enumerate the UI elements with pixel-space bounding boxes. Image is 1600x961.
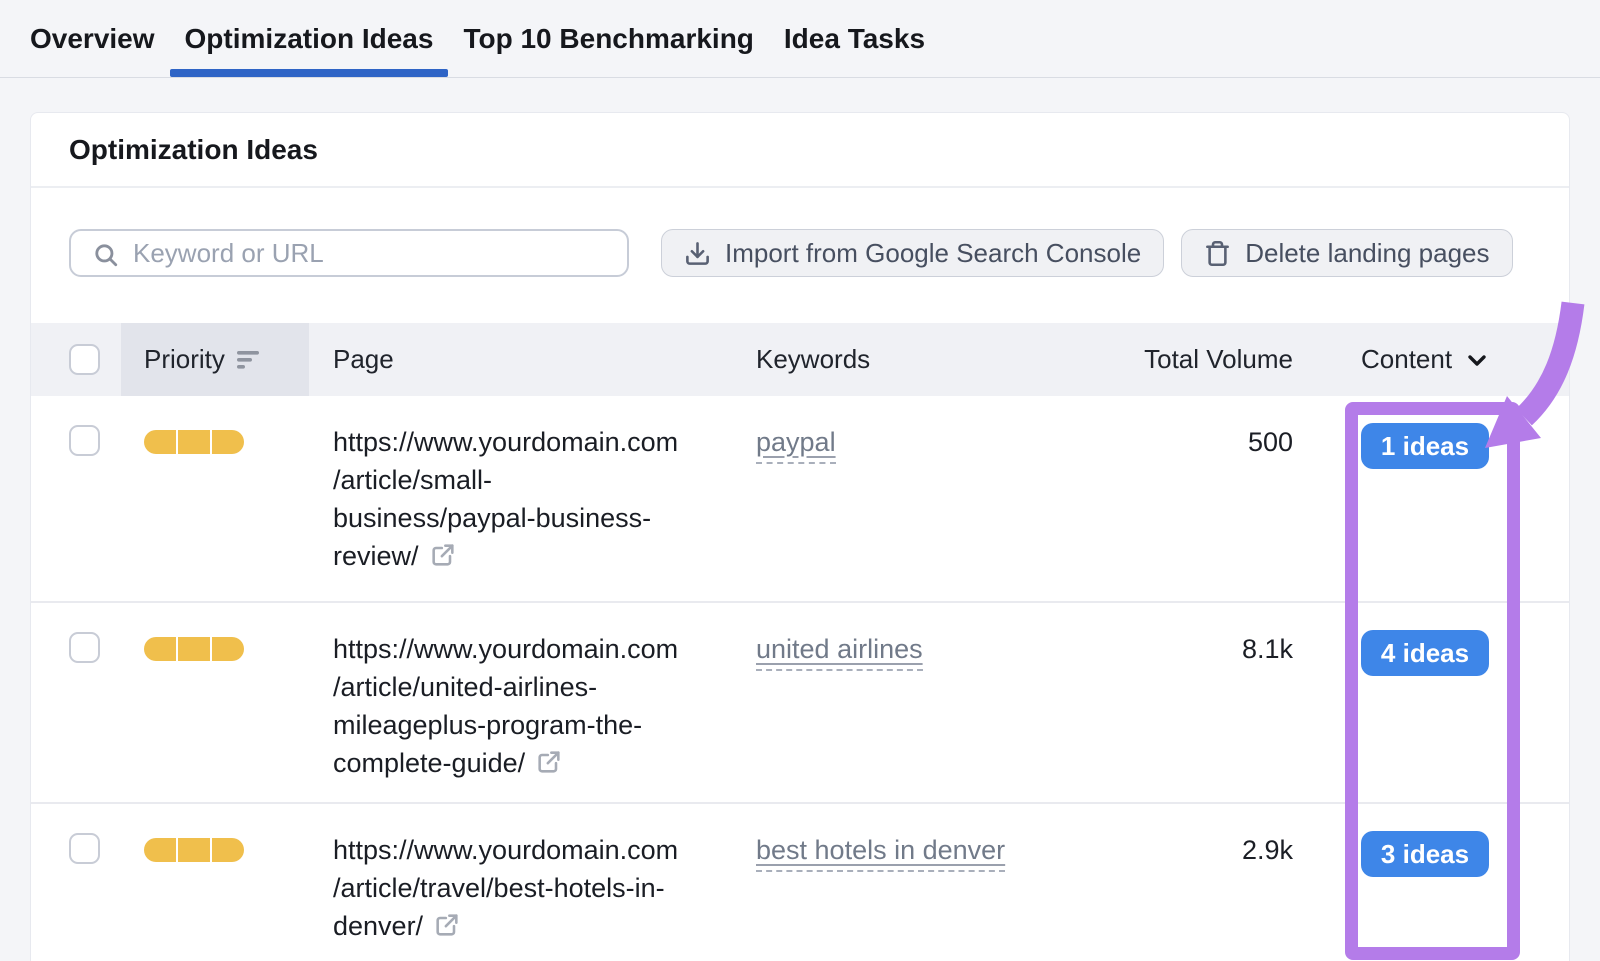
keyword-link[interactable]: best hotels in denver	[756, 835, 1005, 872]
trash-icon	[1204, 240, 1231, 267]
delete-landing-pages-label: Delete landing pages	[1245, 238, 1489, 269]
delete-landing-pages-button[interactable]: Delete landing pages	[1181, 229, 1512, 277]
priority-indicator-high	[144, 838, 244, 862]
import-gsc-label: Import from Google Search Console	[725, 238, 1141, 269]
card-header: Optimization Ideas	[31, 113, 1569, 188]
table-row: https://www.yourdomain.com /article/smal…	[31, 396, 1569, 601]
download-icon	[684, 240, 711, 267]
total-volume-value: 2.9k	[1111, 804, 1293, 961]
total-volume-value: 8.1k	[1111, 603, 1293, 802]
page-title: Optimization Ideas	[69, 134, 318, 166]
ideas-button[interactable]: 3 ideas	[1361, 831, 1489, 877]
tab-top-10-benchmarking[interactable]: Top 10 Benchmarking	[448, 0, 768, 77]
import-gsc-button[interactable]: Import from Google Search Console	[661, 229, 1164, 277]
search-input-wrapper	[69, 229, 629, 277]
content-header-label: Content	[1361, 344, 1452, 375]
page-url-link[interactable]: https://www.yourdomain.com /article/unit…	[333, 634, 678, 778]
sort-descending-icon	[237, 349, 261, 371]
column-header-content[interactable]: Content	[1293, 323, 1569, 396]
keyword-link[interactable]: paypal	[756, 427, 836, 464]
tab-bar: Overview Optimization Ideas Top 10 Bench…	[0, 0, 1600, 78]
search-input[interactable]	[71, 231, 627, 275]
priority-indicator-high	[144, 637, 244, 661]
external-link-icon[interactable]	[535, 748, 563, 776]
keyword-link[interactable]: united airlines	[756, 634, 923, 671]
table-row: https://www.yourdomain.com /article/unit…	[31, 601, 1569, 802]
row-checkbox[interactable]	[69, 833, 100, 864]
page-url-link[interactable]: https://www.yourdomain.com /article/trav…	[333, 835, 678, 941]
priority-header-label: Priority	[144, 344, 225, 375]
row-checkbox[interactable]	[69, 425, 100, 456]
ideas-button[interactable]: 1 ideas	[1361, 423, 1489, 469]
page-header-label: Page	[333, 344, 394, 375]
tab-idea-tasks[interactable]: Idea Tasks	[769, 0, 940, 77]
total-volume-value: 500	[1111, 396, 1293, 601]
chevron-down-icon	[1465, 348, 1489, 372]
search-icon	[93, 242, 119, 268]
external-link-icon[interactable]	[433, 911, 461, 939]
select-all-checkbox[interactable]	[69, 344, 100, 375]
ideas-button[interactable]: 4 ideas	[1361, 630, 1489, 676]
page-url-link[interactable]: https://www.yourdomain.com /article/smal…	[333, 427, 678, 571]
tab-overview[interactable]: Overview	[30, 0, 170, 77]
total-volume-header-label: Total Volume	[1144, 344, 1293, 375]
column-header-keywords[interactable]: Keywords	[751, 323, 1111, 396]
column-header-page[interactable]: Page	[309, 323, 751, 396]
row-checkbox[interactable]	[69, 632, 100, 663]
column-header-total-volume[interactable]: Total Volume	[1111, 323, 1293, 396]
toolbar: Import from Google Search Console Delete…	[69, 229, 1569, 277]
priority-indicator-high	[144, 430, 244, 454]
keywords-header-label: Keywords	[756, 344, 870, 375]
table-header-row: Priority Page Keywords Total Volume Cont…	[31, 323, 1569, 396]
tab-optimization-ideas[interactable]: Optimization Ideas	[170, 0, 449, 77]
column-header-priority[interactable]: Priority	[121, 323, 309, 396]
optimization-ideas-card: Optimization Ideas Import from Google Se…	[30, 112, 1570, 961]
page: Overview Optimization Ideas Top 10 Bench…	[0, 0, 1600, 961]
table-row: https://www.yourdomain.com /article/trav…	[31, 802, 1569, 961]
external-link-icon[interactable]	[429, 541, 457, 569]
